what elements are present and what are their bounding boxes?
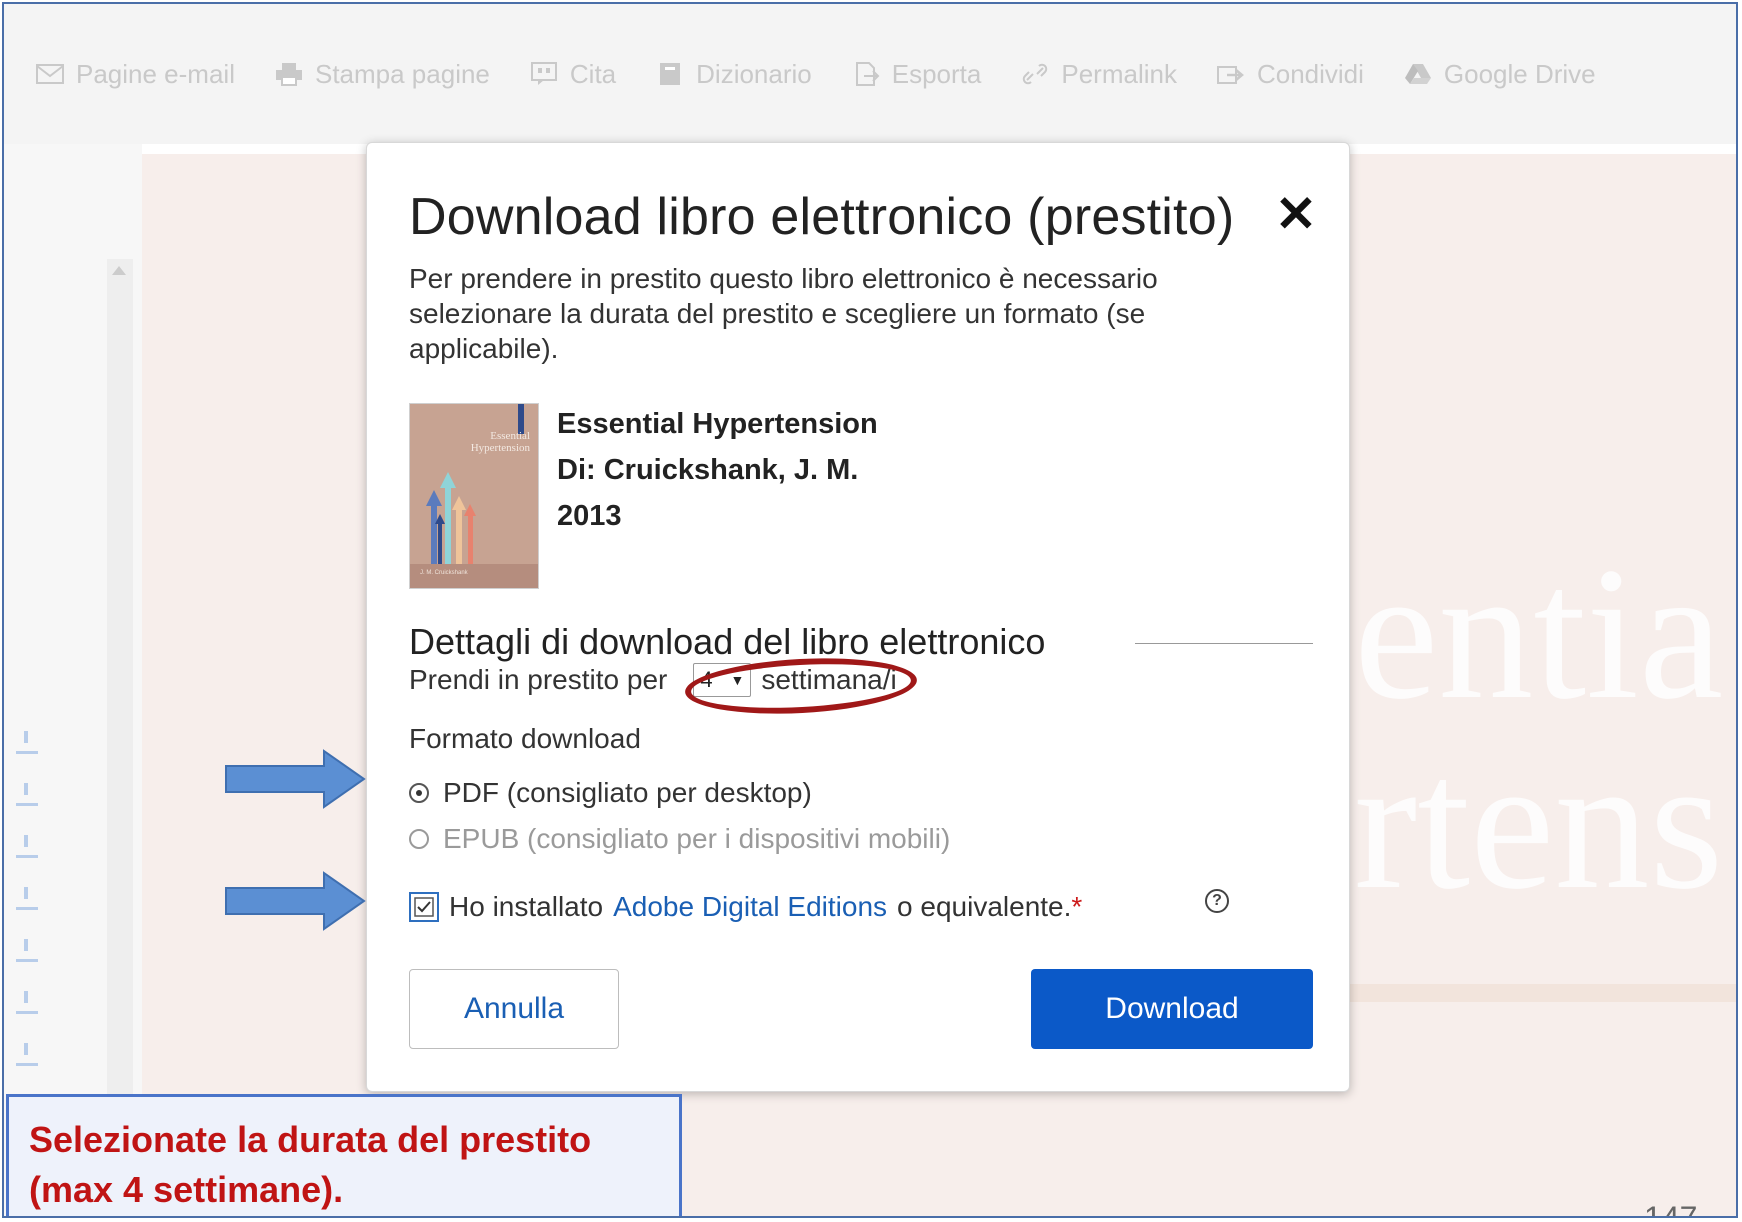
toolbar-export-label: Esporta [891, 58, 982, 89]
scrollbar[interactable] [107, 259, 133, 1099]
download-ebook-dialog: Download libro elettronico (prestito) ✕ … [366, 142, 1350, 1092]
dialog-title: Download libro elettronico (prestito) [409, 188, 1235, 246]
epub-radio[interactable] [409, 829, 429, 849]
download-details-heading: Dettagli di download del libro elettroni… [409, 621, 1046, 662]
pdf-option-label: PDF (consigliato per desktop) [443, 777, 812, 808]
download-icon[interactable] [16, 833, 38, 858]
download-icon[interactable] [16, 781, 38, 806]
agreement-text-after: o equivalente. [897, 891, 1072, 922]
book-author: Di: Cruickshank, J. M. [557, 454, 859, 486]
close-icon[interactable]: ✕ [1275, 189, 1317, 239]
slide-number: 147 [1644, 1200, 1698, 1218]
adobe-checkbox[interactable] [409, 892, 439, 922]
download-icon[interactable] [16, 1041, 38, 1066]
cancel-button[interactable]: Annulla [409, 969, 619, 1049]
google-drive-icon [1404, 62, 1432, 86]
agreement-text-before: Ho installato [449, 891, 604, 922]
mail-icon [36, 62, 64, 86]
toolbar-google-drive[interactable]: Google Drive [1404, 59, 1596, 90]
epub-option-label: EPUB (consigliato per i dispositivi mobi… [443, 823, 951, 854]
toolbar-print-pages[interactable]: Stampa pagine [275, 59, 490, 90]
book-year: 2013 [557, 500, 622, 532]
print-icon [275, 62, 303, 86]
toolbar-print-label: Stampa pagine [314, 58, 490, 89]
format-option-epub[interactable]: EPUB (consigliato per i dispositivi mobi… [409, 823, 950, 855]
toolbar-email-pages[interactable]: Pagine e-mail [36, 59, 235, 90]
toolbar-dictionary-label: Dizionario [696, 58, 812, 89]
download-icon-list [16, 729, 46, 1145]
link-icon [1021, 62, 1049, 86]
toolbar-google-drive-label: Google Drive [1443, 58, 1596, 89]
toolbar-dictionary[interactable]: Dizionario [656, 59, 812, 90]
download-icon[interactable] [16, 937, 38, 962]
book-details: Essential Hypertension Di: Cruickshank, … [557, 401, 878, 539]
toolbar-permalink[interactable]: Permalink [1021, 59, 1177, 90]
export-icon [852, 62, 880, 86]
cover-author: J. M. Cruickshank [420, 570, 468, 576]
scroll-up-icon[interactable] [112, 266, 126, 275]
download-icon[interactable] [16, 729, 38, 754]
annotation-arrow-checkbox [225, 871, 366, 931]
adobe-agreement-row: Ho installato Adobe Digital Editions o e… [409, 891, 1082, 923]
cite-icon [530, 62, 558, 86]
download-format-label: Formato download [409, 723, 641, 754]
toolbar-cite[interactable]: Cita [530, 59, 616, 90]
download-icon[interactable] [16, 885, 38, 910]
pdf-radio[interactable] [409, 783, 429, 803]
download-icon[interactable] [16, 989, 38, 1014]
share-icon [1216, 62, 1245, 86]
toolbar-permalink-label: Permalink [1061, 58, 1177, 89]
toolbar-email-label: Pagine e-mail [76, 58, 235, 89]
instruction-callout: Selezionate la durata del prestito (max … [6, 1094, 682, 1216]
book-title: Essential Hypertension [557, 408, 878, 440]
help-icon[interactable]: ? [1205, 889, 1229, 913]
download-button[interactable]: Download [1031, 969, 1313, 1049]
dictionary-icon [656, 62, 684, 86]
format-option-pdf[interactable]: PDF (consigliato per desktop) [409, 777, 812, 809]
book-page-title-fragment: entia rtens [1354, 529, 1724, 929]
toolbar-export[interactable]: Esporta [852, 58, 982, 90]
annotation-arrow-pdf [225, 749, 366, 809]
slide-frame: Pagine e-mail Stampa pagine Cita Diziona… [2, 2, 1738, 1218]
required-asterisk: * [1071, 891, 1083, 922]
toolbar-share[interactable]: Condividi [1216, 58, 1364, 90]
loan-prefix-label: Prendi in prestito per [409, 664, 668, 695]
adobe-digital-editions-link[interactable]: Adobe Digital Editions [613, 891, 887, 923]
toolbar: Pagine e-mail Stampa pagine Cita Diziona… [4, 4, 1736, 144]
book-cover-image: Essential Hypertension J. M. Cruickshank [409, 403, 539, 589]
heading-divider [1135, 643, 1313, 644]
cover-title: Essential Hypertension [470, 430, 530, 454]
toolbar-cite-label: Cita [569, 58, 617, 89]
dialog-description: Per prendere in prestito questo libro el… [409, 263, 1158, 364]
toolbar-share-label: Condividi [1256, 58, 1364, 89]
